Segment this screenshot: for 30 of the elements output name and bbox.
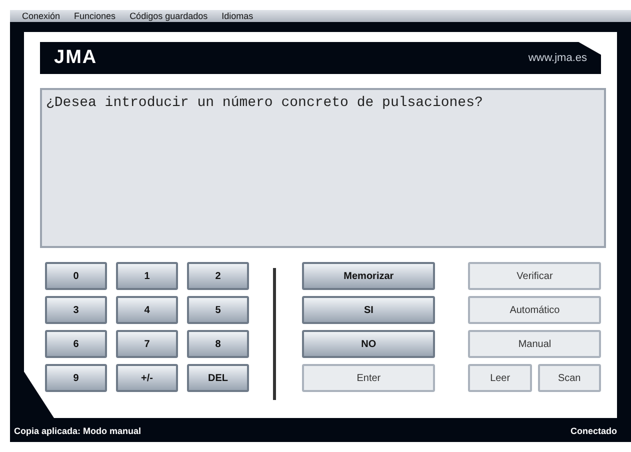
logo: JMA	[54, 47, 98, 69]
menu-item[interactable]: Idiomas	[222, 10, 254, 22]
keypad-key[interactable]: DEL	[187, 364, 249, 392]
keypad-key[interactable]: 0	[45, 262, 107, 290]
action-button[interactable]: NO	[302, 330, 436, 358]
keypad-key[interactable]: 1	[116, 262, 178, 290]
menu-item[interactable]: Funciones	[74, 10, 116, 22]
keypad-key[interactable]: 9	[45, 364, 107, 392]
keypad-key[interactable]: +/-	[116, 364, 178, 392]
keypad-key[interactable]: 3	[45, 296, 107, 324]
keypad-key[interactable]: 4	[116, 296, 178, 324]
mode-button[interactable]: Automático	[468, 296, 601, 324]
keypad-key[interactable]: 7	[116, 330, 178, 358]
keypad-key[interactable]: 6	[45, 330, 107, 358]
menu-item[interactable]: Códigos guardados	[130, 10, 208, 22]
connection-status: Conectado	[570, 426, 617, 436]
status-text: Copia aplicada: Modo manual	[14, 426, 142, 436]
action-button[interactable]: Leer	[468, 364, 532, 392]
menu-item[interactable]: Conexión	[22, 10, 60, 22]
mode-button[interactable]: Verificar	[468, 262, 601, 290]
action-button[interactable]: SI	[302, 296, 436, 324]
keypad-key[interactable]: 5	[187, 296, 249, 324]
action-button[interactable]: Memorizar	[302, 262, 436, 290]
mode-button[interactable]: Manual	[468, 330, 601, 358]
keypad-key[interactable]: 2	[187, 262, 249, 290]
action-button[interactable]: Scan	[538, 364, 601, 392]
message-display: ¿Desea introducir un número concreto de pulsaciones?	[40, 88, 606, 248]
keypad-key[interactable]: 8	[187, 330, 249, 358]
website-link[interactable]: www.jma.es	[528, 52, 587, 64]
action-button[interactable]: Enter	[302, 364, 436, 392]
